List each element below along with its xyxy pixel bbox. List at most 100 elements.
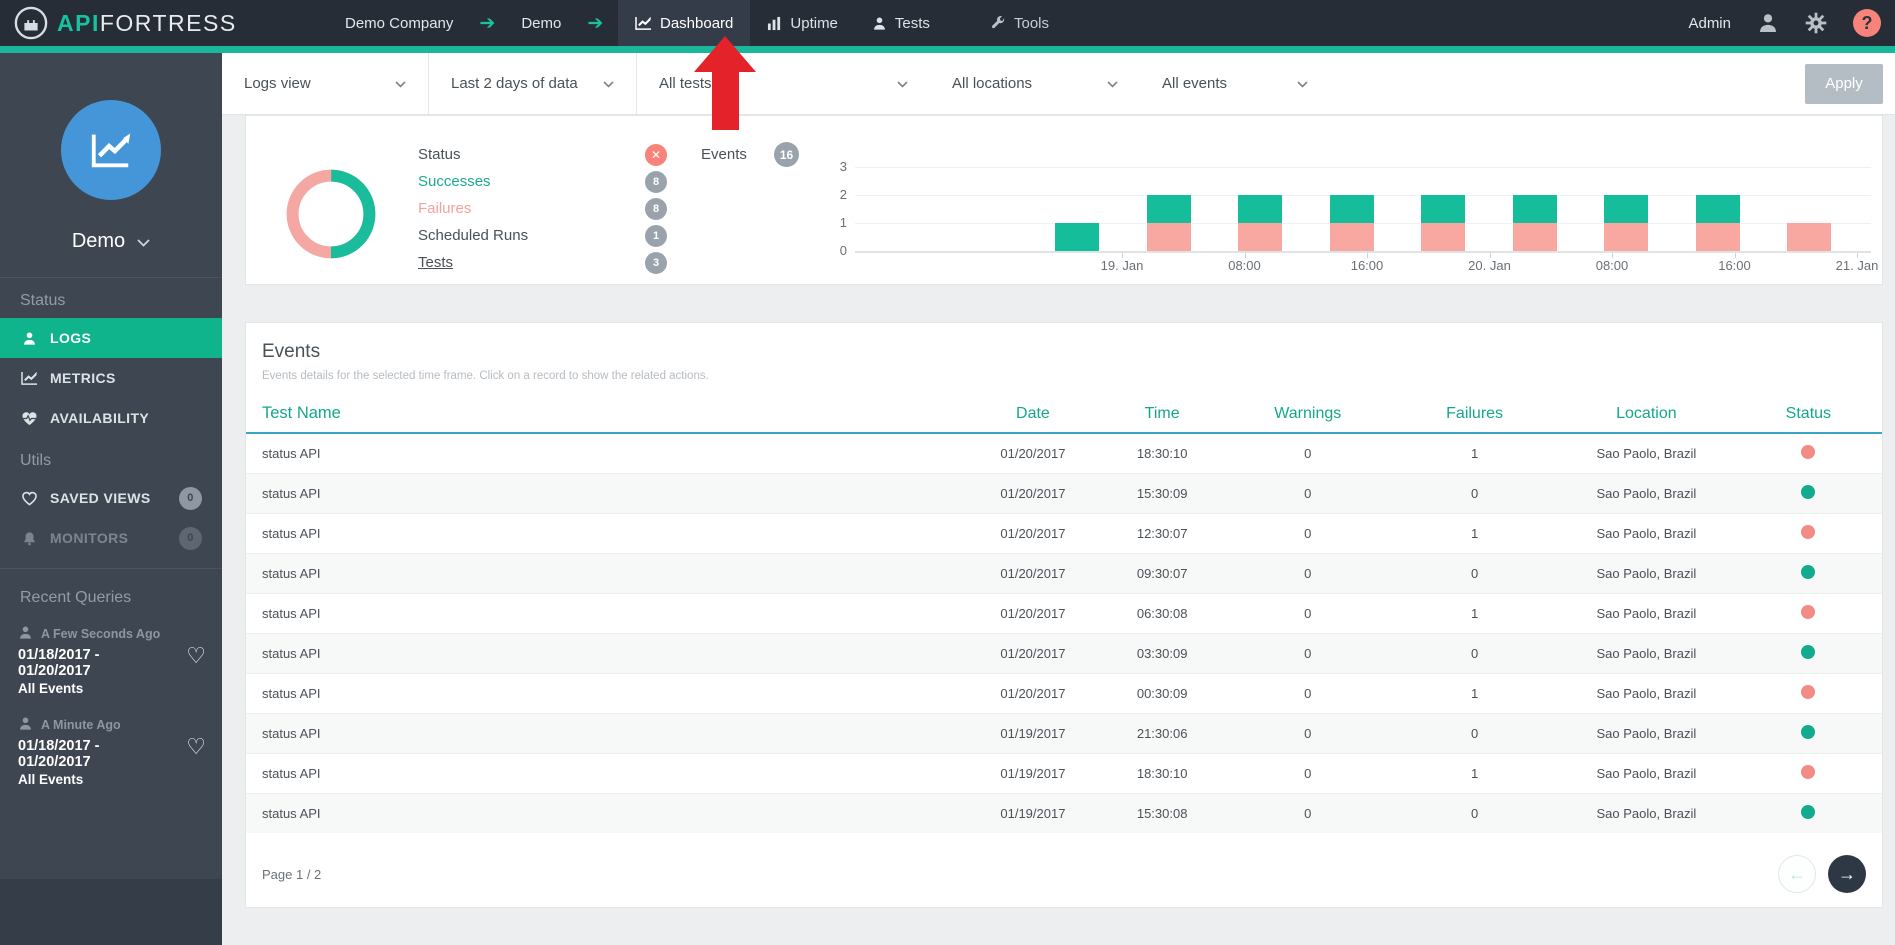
accent-strip	[0, 46, 1895, 53]
user-avatar-icon[interactable]	[1757, 12, 1779, 34]
date-range-select[interactable]: Last 2 days of data	[429, 53, 637, 114]
x-axis-tick-label: 19. Jan	[1087, 258, 1157, 273]
events-table: Test NameDateTimeWarningsFailuresLocatio…	[246, 394, 1882, 833]
locations-select[interactable]: All locations	[930, 53, 1140, 114]
stacked-bar	[1787, 223, 1831, 251]
table-row[interactable]: status API01/19/201721:30:0600Sao Paolo,…	[246, 714, 1882, 754]
table-row[interactable]: status API01/20/201706:30:0801Sao Paolo,…	[246, 594, 1882, 634]
cell-status	[1735, 474, 1882, 514]
table-row[interactable]: status API01/20/201709:30:0700Sao Paolo,…	[246, 554, 1882, 594]
stat-badge: 1	[645, 225, 667, 247]
favorite-heart-icon[interactable]: ♡	[186, 643, 206, 669]
sidebar-item-metrics[interactable]: METRICS	[0, 358, 222, 398]
breadcrumb-project[interactable]: Demo	[521, 15, 561, 32]
table-row[interactable]: status API01/19/201718:30:1001Sao Paolo,…	[246, 754, 1882, 794]
table-row[interactable]: status API01/20/201700:30:0901Sao Paolo,…	[246, 674, 1882, 714]
cell-test-name: status API	[246, 634, 966, 674]
chevron-down-icon	[897, 75, 908, 92]
bar-segment-successes	[1421, 195, 1465, 223]
nav-tabs: Dashboard Uptime Tests	[618, 0, 947, 46]
cell-time: 06:30:08	[1100, 594, 1224, 634]
cell-test-name: status API	[246, 514, 966, 554]
sidebar-item-monitors[interactable]: MONITORS0	[0, 518, 222, 558]
sidebar-item-label: AVAILABILITY	[50, 410, 149, 426]
cell-location: Sao Paolo, Brazil	[1558, 754, 1735, 794]
user-icon	[18, 716, 33, 734]
stacked-bar	[1055, 223, 1099, 251]
recent-query-scope: All Events	[18, 772, 170, 787]
nav-tab-label: Uptime	[790, 15, 838, 32]
gear-icon[interactable]	[1805, 12, 1827, 34]
cell-date: 01/20/2017	[966, 514, 1100, 554]
tests-select-value: All tests	[659, 75, 712, 92]
cell-date: 01/20/2017	[966, 594, 1100, 634]
bar-segment-successes	[1604, 195, 1648, 223]
stat-badge: 8	[645, 198, 667, 220]
x-axis-tick-label: 16:00	[1332, 258, 1402, 273]
column-header-test-name: Test Name	[246, 394, 966, 433]
previous-page-button[interactable]: ←	[1778, 855, 1816, 893]
bar-segment-failures	[1513, 223, 1557, 251]
project-block: Demo	[0, 53, 222, 253]
sidebar-item-logs[interactable]: LOGS	[0, 318, 222, 358]
user-icon	[18, 625, 33, 643]
column-header-failures: Failures	[1391, 394, 1558, 433]
cell-status	[1735, 514, 1882, 554]
project-name-label: Demo	[72, 230, 125, 253]
cell-date: 01/19/2017	[966, 714, 1100, 754]
cell-location: Sao Paolo, Brazil	[1558, 474, 1735, 514]
table-row[interactable]: status API01/20/201715:30:0900Sao Paolo,…	[246, 474, 1882, 514]
cell-time: 03:30:09	[1100, 634, 1224, 674]
apply-button[interactable]: Apply	[1805, 64, 1883, 104]
y-axis-tick: 0	[829, 243, 847, 258]
cell-location: Sao Paolo, Brazil	[1558, 674, 1735, 714]
table-row[interactable]: status API01/20/201718:30:1001Sao Paolo,…	[246, 433, 1882, 474]
events-bar-chart: 3210 19. Jan08:0016:0020. Jan08:0016:002…	[829, 116, 1871, 286]
nav-tab-tests[interactable]: Tests	[855, 0, 947, 46]
stat-label-successes: Successes	[418, 168, 528, 195]
table-row[interactable]: status API01/19/201715:30:0800Sao Paolo,…	[246, 794, 1882, 834]
project-avatar[interactable]	[61, 100, 161, 200]
project-selector[interactable]: Demo	[72, 230, 150, 253]
cell-test-name: status API	[246, 554, 966, 594]
cell-test-name: status API	[246, 594, 966, 634]
sidebar-footer	[0, 879, 222, 945]
tests-select[interactable]: All tests	[637, 53, 930, 114]
cell-time: 18:30:10	[1100, 754, 1224, 794]
bar-segment-successes	[1055, 223, 1099, 251]
sidebar-item-label: SAVED VIEWS	[50, 490, 151, 506]
wrench-icon	[990, 15, 1006, 31]
cell-warnings: 0	[1224, 714, 1391, 754]
next-page-button[interactable]: →	[1828, 855, 1866, 893]
sidebar-item-availability[interactable]: AVAILABILITY	[0, 398, 222, 438]
favorite-heart-icon[interactable]: ♡	[186, 734, 206, 760]
sidebar-item-badge: 0	[179, 487, 202, 510]
help-icon[interactable]: ?	[1853, 9, 1881, 37]
table-row[interactable]: status API01/20/201703:30:0900Sao Paolo,…	[246, 634, 1882, 674]
nav-tools-menu[interactable]: Tools	[990, 0, 1049, 46]
x-axis-tick-label: 20. Jan	[1455, 258, 1525, 273]
stat-label-tests[interactable]: Tests	[418, 249, 528, 276]
y-axis-tick: 3	[829, 159, 847, 174]
bar-segment-failures	[1147, 223, 1191, 251]
cell-failures: 0	[1391, 474, 1558, 514]
nav-tab-dashboard[interactable]: Dashboard	[618, 0, 750, 46]
table-row[interactable]: status API01/20/201712:30:0701Sao Paolo,…	[246, 514, 1882, 554]
breadcrumb-company[interactable]: Demo Company	[345, 15, 453, 32]
recent-query-item[interactable]: A Minute Ago01/18/2017 - 01/20/2017All E…	[0, 708, 222, 799]
stat-badge: 8	[645, 171, 667, 193]
cell-test-name: status API	[246, 433, 966, 474]
events-select[interactable]: All events	[1140, 53, 1330, 114]
cell-time: 18:30:10	[1100, 433, 1224, 474]
status-dot-fail	[1801, 685, 1815, 699]
cell-test-name: status API	[246, 714, 966, 754]
chevron-down-icon	[603, 75, 614, 92]
app-logo[interactable]: APIFORTRESS	[14, 0, 237, 46]
status-dot-fail	[1801, 605, 1815, 619]
sidebar-item-saved-views[interactable]: SAVED VIEWS 0	[0, 478, 222, 518]
stat-badge: ✕	[645, 144, 667, 166]
cell-warnings: 0	[1224, 794, 1391, 834]
view-select[interactable]: Logs view	[222, 53, 429, 114]
recent-query-item[interactable]: A Few Seconds Ago01/18/2017 - 01/20/2017…	[0, 617, 222, 708]
nav-tab-uptime[interactable]: Uptime	[750, 0, 855, 46]
